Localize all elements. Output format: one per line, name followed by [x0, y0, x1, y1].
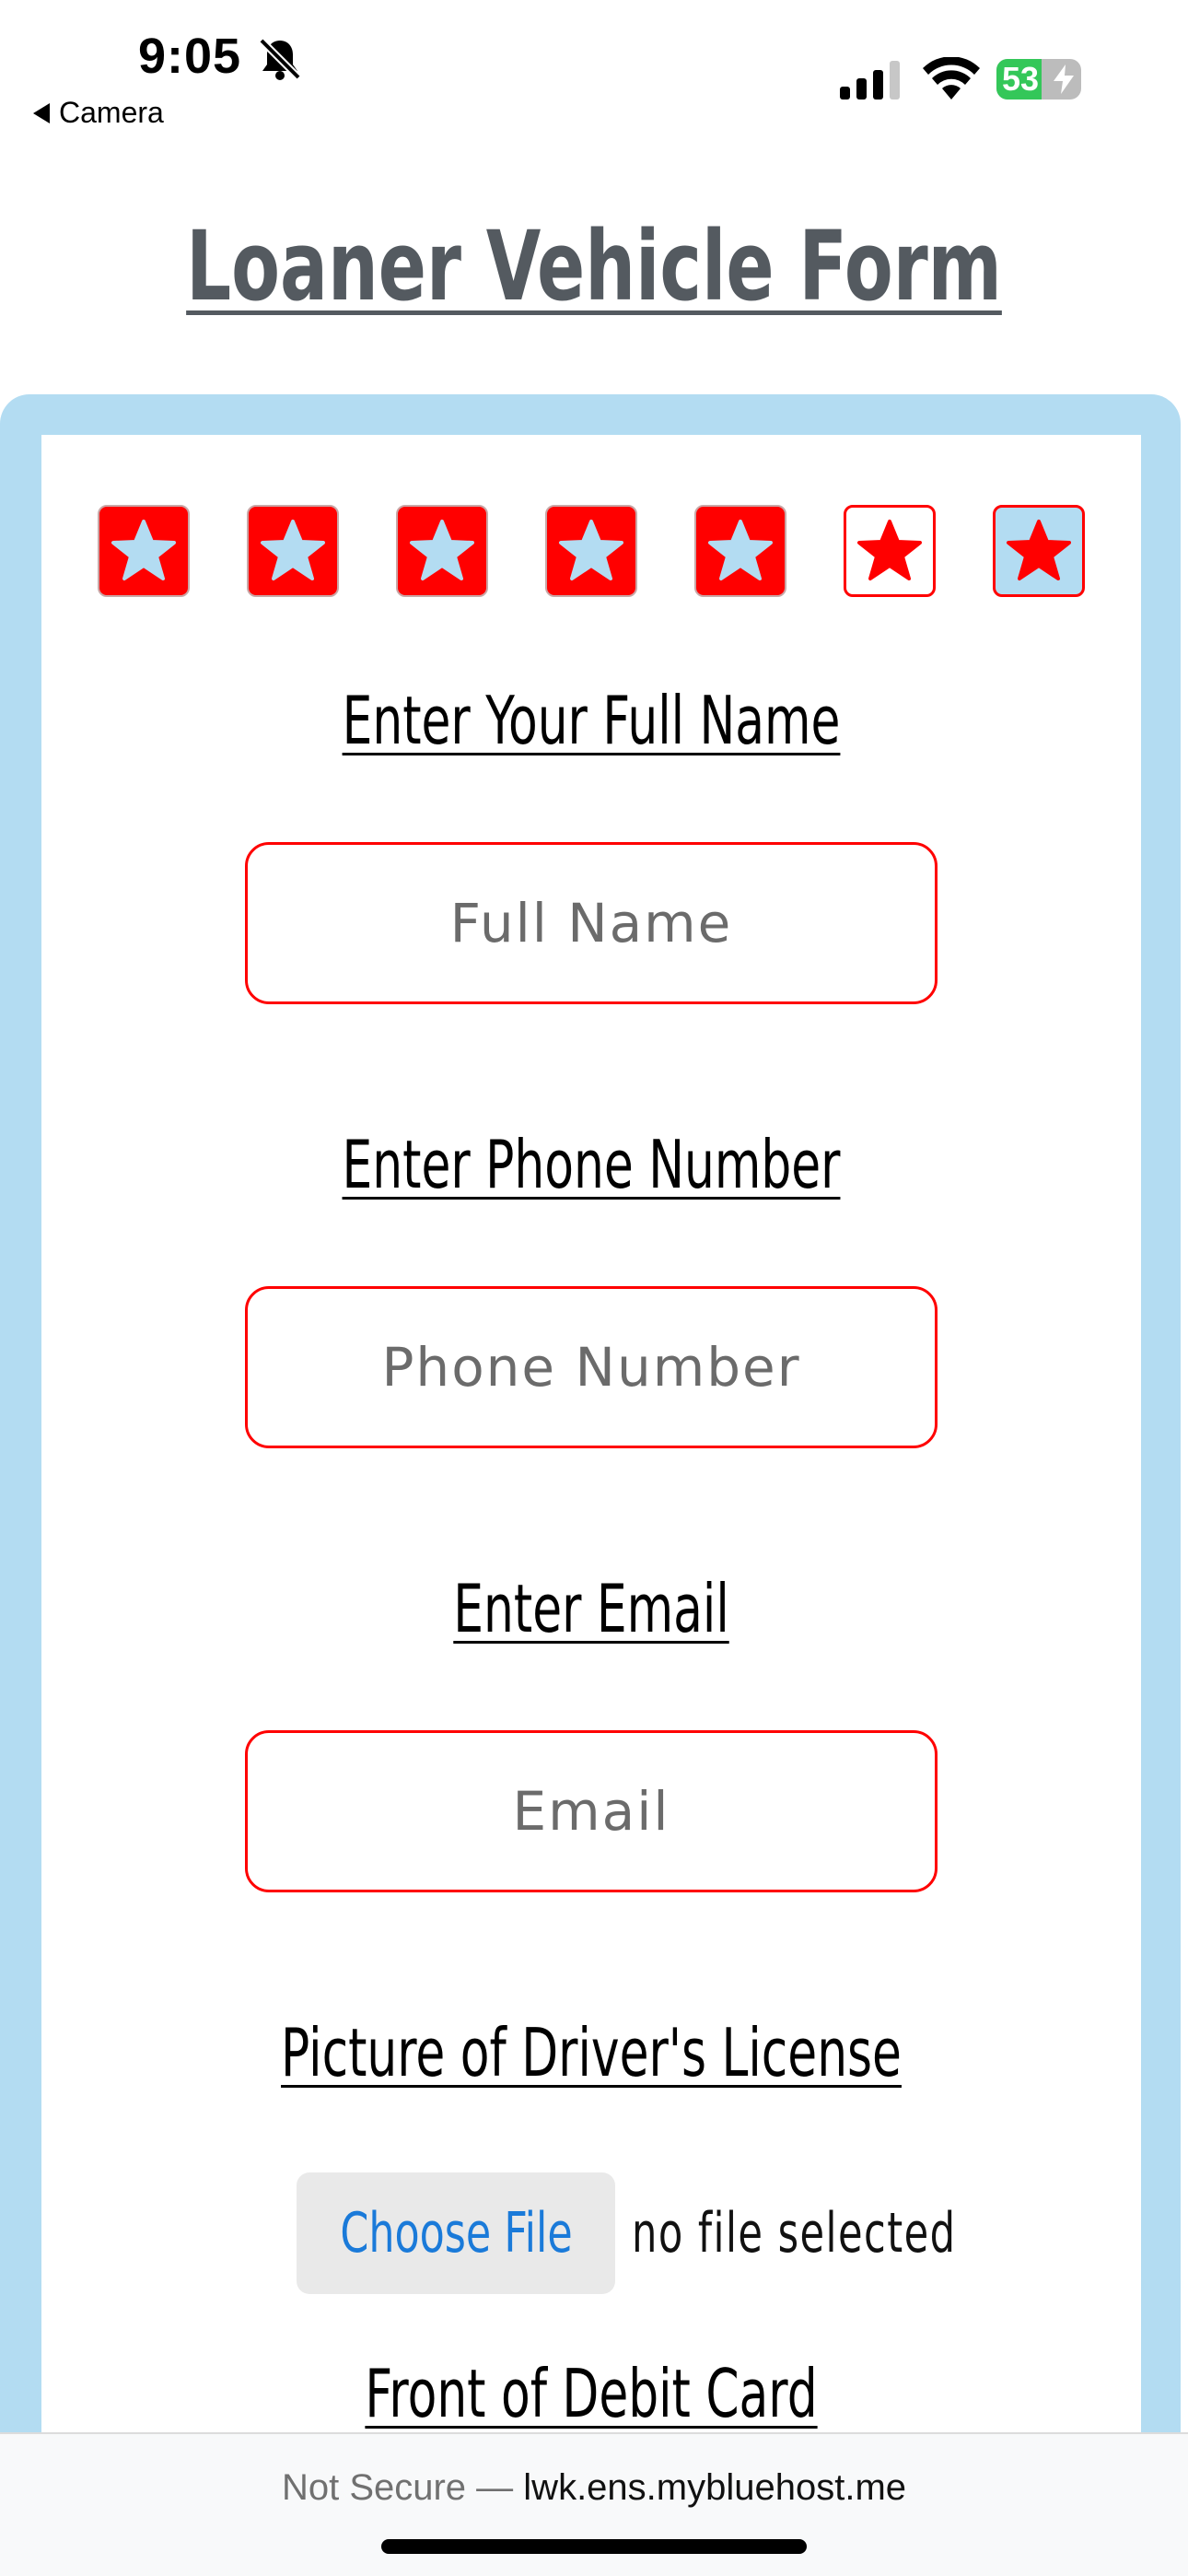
- step-5[interactable]: [694, 505, 786, 597]
- back-app-label: Camera: [59, 96, 164, 129]
- file-status-text: no file selected: [632, 2201, 957, 2266]
- email-input[interactable]: [245, 1730, 938, 1892]
- star-icon: [708, 520, 773, 580]
- page-title: Loaner Vehicle Form: [186, 210, 1002, 322]
- back-arrow-icon: [33, 102, 50, 123]
- star-icon: [1007, 520, 1071, 580]
- page: 9:05 Camera 53 Loaner Vehicle Form Enter…: [0, 0, 1188, 2576]
- browser-address-bar[interactable]: Not Secure — lwk.ens.mybluehost.me: [0, 2432, 1188, 2576]
- charging-bolt-icon: [1054, 64, 1074, 94]
- drivers-license-label: Picture of Driver's License: [281, 2014, 902, 2091]
- phone-number-input[interactable]: [245, 1286, 938, 1448]
- choose-file-button[interactable]: Choose File: [297, 2172, 615, 2294]
- star-icon: [857, 520, 922, 580]
- status-time: 9:05: [138, 29, 242, 84]
- step-7[interactable]: [993, 505, 1085, 597]
- back-to-app-link[interactable]: Camera: [33, 96, 164, 130]
- battery-indicator: 53: [996, 59, 1081, 100]
- step-1[interactable]: [98, 505, 190, 597]
- step-2[interactable]: [247, 505, 339, 597]
- step-6[interactable]: [844, 505, 936, 597]
- phone-number-label: Enter Phone Number: [342, 1126, 841, 1203]
- step-4[interactable]: [545, 505, 637, 597]
- security-status: Not Secure —: [281, 2467, 514, 2508]
- star-icon: [559, 520, 623, 580]
- debit-card-front-label: Front of Debit Card: [365, 2355, 818, 2432]
- bell-slash-icon: [259, 38, 301, 80]
- url-domain: lwk.ens.mybluehost.me: [523, 2467, 907, 2508]
- star-icon: [111, 520, 176, 580]
- full-name-input[interactable]: [245, 842, 938, 1004]
- drivers-license-upload: Choose File no file selected: [297, 2172, 1083, 2294]
- star-icon: [410, 520, 474, 580]
- wifi-icon: [923, 57, 980, 100]
- step-3[interactable]: [396, 505, 488, 597]
- cellular-signal-icon: [840, 61, 900, 100]
- home-indicator[interactable]: [381, 2539, 807, 2554]
- url-display[interactable]: Not Secure — lwk.ens.mybluehost.me: [0, 2467, 1188, 2509]
- choose-file-label: Choose File: [339, 2201, 573, 2266]
- star-icon: [261, 520, 325, 580]
- full-name-label: Enter Your Full Name: [342, 682, 841, 759]
- email-label: Enter Email: [453, 1570, 729, 1647]
- battery-percent: 53: [1002, 60, 1040, 98]
